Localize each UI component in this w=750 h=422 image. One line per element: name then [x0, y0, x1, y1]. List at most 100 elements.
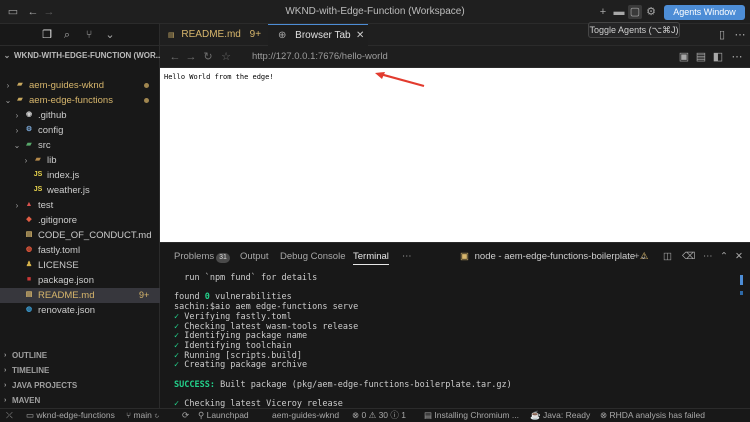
git-file-icon: ◆ — [26, 216, 32, 223]
sidebar-section[interactable]: › OUTLINE — [0, 349, 160, 363]
agents-window-button[interactable]: Agents Window — [664, 5, 745, 20]
close-panel-icon[interactable]: ✕ — [735, 251, 743, 262]
branch-status[interactable]: ⑂ main ↻ — [126, 409, 159, 422]
warning-count: 30 — [378, 410, 389, 420]
sidebar-section[interactable]: › MAVEN — [0, 394, 160, 408]
file-tree-item[interactable]: › ⚙ config — [0, 123, 160, 138]
more-icon[interactable]: ⋯ — [733, 28, 747, 42]
error-count: 0 — [361, 410, 367, 420]
more-icon[interactable]: ⋯ — [402, 251, 412, 262]
new-icon[interactable]: + — [596, 5, 610, 19]
sync-icon[interactable]: ⟳ — [182, 409, 189, 422]
back-icon[interactable]: ← — [168, 50, 182, 64]
tab-debug-console[interactable]: Debug Console — [280, 251, 346, 262]
url-field[interactable]: http://127.0.0.1:7676/hello-world — [252, 51, 388, 62]
maximize-icon[interactable]: ⌃ — [720, 251, 728, 262]
chevron-right-icon: › — [4, 397, 7, 404]
chevron-down-icon: ⌄ — [4, 96, 12, 105]
sidebar-section[interactable]: › JAVA PROJECTS — [0, 379, 160, 393]
chevron-down-icon[interactable]: ⌄ — [103, 28, 117, 42]
tab-output[interactable]: Output — [240, 251, 269, 262]
tab-problems[interactable]: Problems 31 — [174, 251, 230, 263]
layout-icon[interactable]: ▬ — [612, 5, 626, 19]
chevron-right-icon: › — [4, 382, 7, 389]
file-tree-label: README.md — [38, 290, 95, 301]
terminal-line: ✓ Identifying toolchain — [174, 340, 292, 351]
status-bar: ⤫ ▭ wknd-edge-functions ⑂ main ↻ ⟳ ⚲ Lau… — [0, 408, 750, 422]
rhda-status[interactable]: ⊗ RHDA analysis has failed — [600, 409, 705, 422]
file-tree-item[interactable]: JS index.js — [0, 168, 160, 183]
launchpad-status[interactable]: ⚲ Launchpad — [198, 409, 249, 422]
file-tree-label: test — [38, 200, 54, 211]
terminal-line: ✓ Verifying fastly.toml — [174, 311, 292, 322]
file-tree-item[interactable]: ◍ fastly.toml — [0, 243, 160, 258]
screenshot-icon[interactable]: ▣ — [677, 50, 691, 64]
modified-dot — [144, 83, 149, 88]
console-icon[interactable]: ▤ — [694, 50, 708, 64]
file-tree-item[interactable]: ▤ README.md 9+ — [0, 288, 160, 303]
file-tree-item[interactable]: ◆ .gitignore — [0, 213, 160, 228]
chevron-down-icon: ⌄ — [3, 51, 11, 60]
file-tree-label: aem-edge-functions — [29, 95, 113, 106]
terminal-line: SUCCESS: Built package (pkg/aem-edge-fun… — [174, 379, 512, 390]
file-tree-item[interactable]: › ▰ aem-guides-wknd — [0, 78, 160, 93]
gear-icon[interactable]: ⚙ — [644, 5, 658, 19]
tab-readme[interactable]: ▤ README.md 9+ — [160, 24, 268, 46]
file-tree-item[interactable]: › ◉ .github — [0, 108, 160, 123]
modified-dot — [144, 98, 149, 103]
renovate-file-icon: ◍ — [25, 306, 33, 313]
explorer-sidebar: ❐ ⌕ ⑂ ⌄ ⌄ WKND-WITH-EDGE-FUNCTION (WOR..… — [0, 24, 160, 408]
file-tree-label: .github — [38, 110, 67, 121]
more-icon[interactable]: ⋯ — [730, 50, 744, 64]
launchpad-label: Launchpad — [206, 410, 249, 420]
chat-icon[interactable]: ▢ — [628, 5, 642, 19]
split-editor-icon[interactable]: ▯ — [715, 28, 729, 42]
tab-terminal[interactable]: Terminal — [353, 251, 389, 265]
file-tree-item[interactable]: ⌄ ▰ src — [0, 138, 160, 153]
split-terminal-icon[interactable]: ◫ — [663, 251, 672, 262]
file-tree-item[interactable]: › ▰ lib — [0, 153, 160, 168]
section-label: JAVA PROJECTS — [12, 381, 78, 390]
project-status[interactable]: aem-guides-wknd — [272, 409, 339, 422]
sidebar-toolbar: ❐ ⌕ ⑂ ⌄ — [0, 24, 160, 46]
file-tree-item[interactable]: ⌄ ▰ aem-edge-functions — [0, 93, 160, 108]
src-folder-icon: ▰ — [26, 141, 32, 148]
web-page-content[interactable]: Hello World from the edge! — [160, 68, 750, 242]
panel-icon[interactable]: ◧ — [711, 50, 725, 64]
file-tree-item[interactable]: ▤ CODE_OF_CONDUCT.md — [0, 228, 160, 243]
chevron-right-icon: › — [4, 367, 7, 374]
star-icon[interactable]: ☆ — [219, 50, 233, 64]
file-tree-item[interactable]: › ▲ test — [0, 198, 160, 213]
workspace-header[interactable]: ⌄ WKND-WITH-EDGE-FUNCTION (WOR... — [0, 49, 160, 63]
source-control-icon[interactable]: ⑂ — [82, 28, 96, 42]
file-tree-item[interactable]: ■ package.json — [0, 273, 160, 288]
close-icon[interactable]: ✕ — [356, 25, 364, 47]
chevron-right-icon: › — [6, 81, 10, 90]
search-icon[interactable]: ⌕ — [60, 28, 74, 42]
file-tree-label: LICENSE — [38, 260, 79, 271]
reload-icon[interactable]: ↻ — [201, 50, 215, 64]
file-tree-item[interactable]: JS weather.js — [0, 183, 160, 198]
file-tree-item[interactable]: ◍ renovate.json — [0, 303, 160, 318]
terminal-selector[interactable]: ▣ node - aem-edge-functions-boilerplate … — [460, 251, 648, 262]
page-text: Hello World from the edge! — [164, 73, 274, 81]
npm-file-icon: ■ — [26, 276, 32, 283]
forward-icon[interactable]: → — [184, 50, 198, 64]
problems-status[interactable]: ⊗ 0 ⚠ 30 ⓘ 1 — [352, 409, 406, 422]
section-label: TIMELINE — [12, 366, 50, 375]
workspace-status[interactable]: ▭ wknd-edge-functions — [26, 409, 115, 422]
tab-label: Problems — [174, 251, 215, 262]
trash-icon[interactable]: ⌫ — [682, 251, 695, 262]
file-tree-item[interactable]: ♟ LICENSE — [0, 258, 160, 273]
remote-icon[interactable]: ⤫ — [6, 409, 13, 422]
section-label: OUTLINE — [12, 351, 48, 360]
java-status[interactable]: ☕ Java: Ready — [530, 409, 590, 422]
sidebar-section[interactable]: › TIMELINE — [0, 364, 160, 378]
tab-browser[interactable]: ⊕ Browser Tab ✕ — [268, 24, 368, 46]
new-terminal-icon[interactable]: +⌄ — [634, 251, 648, 262]
more-icon[interactable]: ⋯ — [703, 251, 713, 262]
red-arrow-annotation — [375, 72, 425, 88]
bottom-panel: Problems 31 Output Debug Console Terminal… — [160, 242, 750, 409]
installing-status[interactable]: ▤ Installing Chromium ... — [424, 409, 519, 422]
files-icon[interactable]: ❐ — [40, 28, 54, 42]
